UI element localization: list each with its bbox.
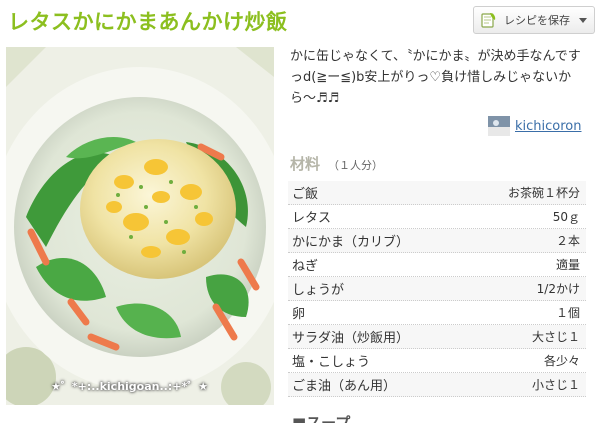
ingredient-row: レタス 50ｇ [288,205,586,229]
ingredients-heading: 材料 （１人分） [290,153,383,174]
ingredient-amount: 適量 [555,258,580,272]
ingredient-name: ご飯 [292,187,319,202]
ingredient-name: しょうが [292,283,345,298]
ingredient-row: ねぎ 適量 [288,253,586,277]
ingredient-name: ねぎ [292,259,319,274]
ingredient-row: サラダ油（炒飯用） 大さじ１ [288,325,586,349]
ingredient-amount: 1/2かけ [536,282,580,296]
recipe-title: レタスかにかまあんかけ炒飯 [8,10,288,34]
ingredients-title: 材料 [290,155,321,173]
ingredients-list: ご飯 お茶碗１杯分 レタス 50ｇ かにかま（カリブ） ２本 ねぎ 適量 しょう… [288,181,586,397]
author-avatar[interactable] [488,116,510,136]
author-name[interactable]: kichicoron [515,119,582,134]
ingredient-name: サラダ油（炒飯用） [292,331,410,346]
ingredient-row: 塩・こしょう 各少々 [288,349,586,373]
save-recipe-button[interactable]: レシピを保存 [473,6,572,34]
ingredient-row: 卵 １個 [288,301,586,325]
ingredient-amount: 小さじ１ [531,378,580,392]
save-options-dropdown[interactable] [571,6,595,34]
ingredient-amount: 各少々 [543,354,580,368]
photo-watermark: ★゜*+:..kichigoan..:+*゜★ [51,380,209,393]
ingredient-name: レタス [292,211,332,226]
save-recipe-label: レシピを保存 [504,14,570,27]
chevron-down-icon [578,17,587,23]
ingredient-amount: １個 [555,306,580,320]
ingredient-row: ごま油（あん用） 小さじ１ [288,373,586,397]
ingredients-servings: （１人分） [328,159,384,172]
ingredient-amount: ２本 [555,234,580,248]
ingredient-amount: 50ｇ [552,210,580,224]
ingredient-amount: お茶碗１杯分 [507,186,580,200]
ingredient-name: かにかま（カリブ） [292,235,410,250]
recipe-description: かに缶じゃなくて、〝かにかま〟が決め手なんですっd(≧ー≦)b安上がりっ♡負け惜… [290,49,581,106]
recipe-save-icon [481,13,496,28]
ingredient-row: しょうが 1/2かけ [288,277,586,301]
author-link[interactable]: kichicoron [488,116,582,136]
recipe-photo: ★゜*+:..kichigoan..:+*゜★ [6,47,274,405]
ingredient-amount: 大さじ１ [531,330,580,344]
ingredient-name: 塩・こしょう [292,355,371,370]
fried-rice-photo-illustration [6,47,274,405]
soup-subheading: ■スープ [292,414,351,423]
ingredient-name: ごま油（あん用） [292,379,397,394]
ingredient-row: ご飯 お茶碗１杯分 [288,181,586,205]
ingredient-row: かにかま（カリブ） ２本 [288,229,586,253]
ingredient-name: 卵 [292,307,306,322]
